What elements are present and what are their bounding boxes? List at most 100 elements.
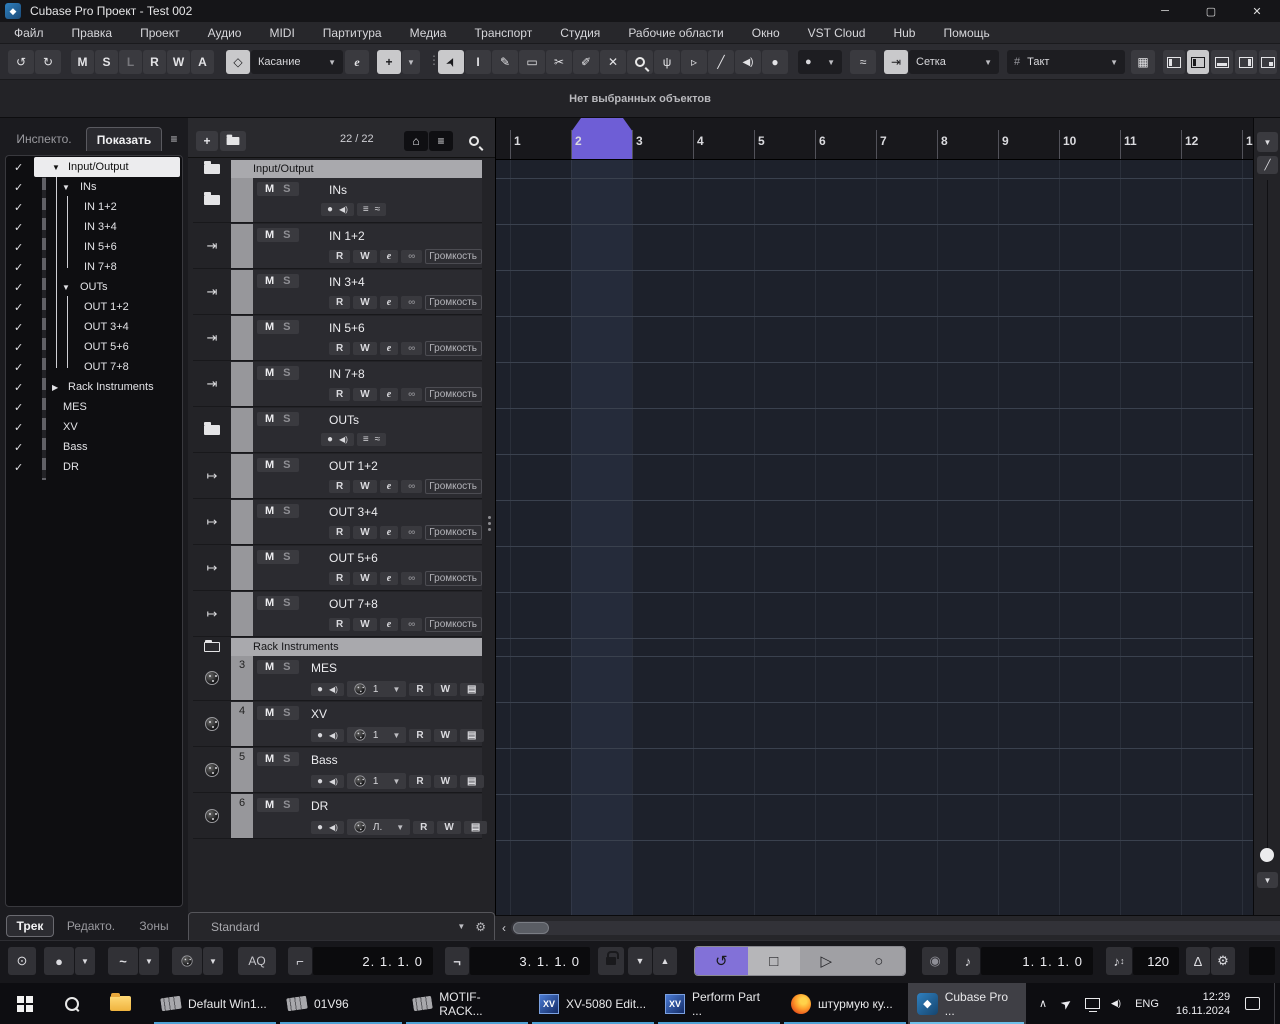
edit-channel-button[interactable]: e (379, 526, 399, 539)
scroll-up-button[interactable]: ▼ (1257, 132, 1278, 152)
edit-channel-button[interactable]: e (379, 480, 399, 493)
undo-button[interactable]: ↺ (8, 50, 34, 74)
volume-parameter[interactable]: Громкость (425, 525, 483, 540)
play-button[interactable]: ▷ (800, 947, 853, 975)
track-name[interactable]: OUT 7+8 (329, 597, 378, 611)
check-icon[interactable]: ✓ (14, 261, 23, 274)
visibility-item-in-7-8[interactable]: ✓ IN 7+8 (8, 258, 180, 278)
monitor-icon[interactable]: ◀) (329, 823, 338, 832)
chevron-down-icon[interactable]: ▼ (384, 777, 400, 786)
track-color-strip[interactable]: 3 (231, 656, 253, 700)
write-all-button[interactable]: W (167, 50, 190, 74)
midi-channel-value[interactable]: Л. (373, 822, 382, 833)
read-button[interactable]: R (329, 618, 351, 631)
read-button[interactable]: R (329, 526, 351, 539)
check-icon[interactable]: ✓ (14, 361, 23, 374)
range-selection-tool[interactable]: I (465, 50, 491, 74)
solo-button[interactable]: S (283, 229, 290, 241)
volume-parameter[interactable]: Громкость (425, 295, 483, 310)
tab-track[interactable]: Трек (6, 915, 54, 937)
solo-button[interactable]: S (283, 505, 290, 517)
read-button[interactable]: R (329, 250, 351, 263)
timeline-ruler[interactable]: 1 2 3 4 5 6 7 8 9 10 11 12 13 (495, 118, 1253, 160)
visibility-item-input-output[interactable]: ✓ ▼ Input/Output (8, 157, 180, 178)
drum-map-icon[interactable]: ▤ (463, 820, 488, 834)
record-enable-icon[interactable]: ● (327, 434, 333, 445)
jog-wheel[interactable]: ◉ (922, 947, 948, 975)
preset-name[interactable]: Standard (211, 920, 260, 934)
read-button[interactable]: R (413, 820, 435, 834)
line-tool[interactable]: ╱ (708, 50, 734, 74)
chevron-down-icon[interactable]: ▼ (384, 731, 400, 740)
track-name[interactable]: OUT 5+6 (329, 551, 378, 565)
track-list-options-button[interactable]: ≡ (429, 131, 453, 151)
scroll-thumb[interactable] (513, 922, 549, 934)
record-mode-button[interactable]: ● (44, 947, 74, 975)
zoom-tool[interactable] (627, 50, 653, 74)
scroll-down-button[interactable]: ▼ (1257, 872, 1278, 888)
taskbar-app-firefox[interactable]: штурмую ку... (782, 983, 908, 1024)
tab-inspector[interactable]: Инспекто. (4, 127, 84, 151)
taskbar-app-01v96[interactable]: 01V96 (278, 983, 404, 1024)
monitor-icon[interactable]: ◀) (329, 685, 338, 694)
expand-icon[interactable]: ▼ (62, 283, 70, 292)
track-color-strip[interactable] (231, 546, 253, 590)
edit-channel-button[interactable]: e (379, 250, 399, 263)
write-button[interactable]: W (353, 250, 377, 263)
read-all-button[interactable]: R (143, 50, 166, 74)
read-button[interactable]: R (329, 572, 351, 585)
track-name[interactable]: MES (311, 661, 337, 675)
solo-button[interactable]: S (283, 707, 290, 719)
track-color-strip[interactable]: 4 (231, 702, 253, 746)
mute-button[interactable]: M (265, 505, 274, 517)
write-button[interactable]: W (353, 480, 377, 493)
edit-channel-button[interactable]: e (379, 618, 399, 631)
freeze-icon[interactable]: ≈ (375, 204, 381, 215)
drum-map-icon[interactable]: ▤ (460, 682, 484, 696)
mute-button[interactable]: M (265, 367, 274, 379)
check-icon[interactable]: ✓ (14, 221, 23, 234)
tab-zones[interactable]: Зоны (128, 915, 180, 937)
tray-network-icon[interactable] (1080, 983, 1104, 1024)
automation-mode-icon[interactable]: ◇ (226, 50, 250, 74)
solo-all-button[interactable]: S (95, 50, 118, 74)
write-button[interactable]: W (353, 618, 377, 631)
expand-icon[interactable]: ▶ (52, 383, 58, 392)
menu-project[interactable]: Проект (126, 26, 194, 40)
redo-button[interactable]: ↻ (35, 50, 61, 74)
track-name[interactable]: OUT 3+4 (329, 505, 378, 519)
tray-volume-icon[interactable]: ◀) (1104, 983, 1128, 1024)
track-color-strip[interactable] (231, 178, 253, 222)
midi-channel-value[interactable]: 1 (373, 684, 379, 695)
tab-editor[interactable]: Редакто. (58, 915, 124, 937)
track-name[interactable]: IN 7+8 (329, 367, 365, 381)
track-row-mes[interactable]: 3 M S MES ● ◀) 1 ▼ R W ▤ (193, 656, 484, 701)
audio-record-menu[interactable]: ▼ (139, 947, 159, 975)
midi-channel-value[interactable]: 1 (373, 730, 379, 741)
expand-icon[interactable]: ▼ (52, 163, 60, 172)
mute-button[interactable]: M (265, 707, 274, 719)
volume-parameter[interactable]: Громкость (425, 341, 483, 356)
monitor-icon[interactable]: ◀) (329, 777, 338, 786)
visibility-item-in-5-6[interactable]: ✓ IN 5+6 (8, 238, 180, 258)
taskbar-search-button[interactable] (48, 983, 96, 1024)
record-enable-icon[interactable]: ● (317, 684, 323, 695)
write-button[interactable]: W (353, 296, 377, 309)
visibility-item-xv[interactable]: ✓ XV (8, 418, 180, 438)
visibility-item-in-1-2[interactable]: ✓ IN 1+2 (8, 198, 180, 218)
right-locator-display[interactable]: 3. 1. 1. 0 (470, 947, 590, 975)
menu-file[interactable]: Файл (0, 26, 58, 40)
volume-parameter[interactable]: Громкость (425, 571, 483, 586)
read-button[interactable]: R (329, 342, 351, 355)
midi-channel-value[interactable]: 1 (373, 776, 379, 787)
check-icon[interactable]: ✓ (14, 341, 23, 354)
chevron-down-icon[interactable]: ▼ (449, 922, 465, 931)
solo-button[interactable]: S (283, 799, 290, 811)
track-color-strip[interactable]: 5 (231, 748, 253, 792)
vertical-zoom-track[interactable] (1267, 180, 1268, 852)
right-zone-button[interactable] (1235, 50, 1257, 74)
check-icon[interactable]: ✓ (14, 181, 23, 194)
write-button[interactable]: W (353, 526, 377, 539)
track-row-in-1-2[interactable]: ⇥ M S IN 1+2 R We ∞ Громкость (193, 224, 483, 269)
track-name[interactable]: OUT 1+2 (329, 459, 378, 473)
